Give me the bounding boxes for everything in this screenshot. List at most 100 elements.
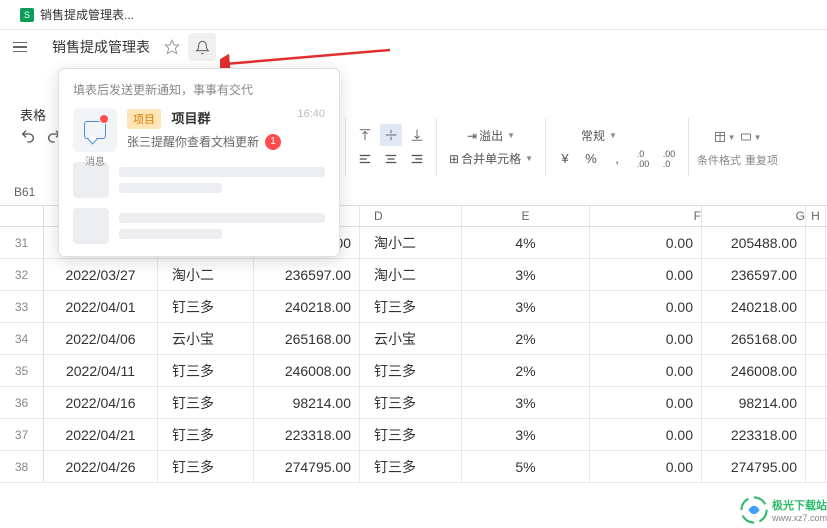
cell[interactable]: 钉三多	[360, 451, 462, 482]
align-top-button[interactable]	[354, 124, 376, 146]
percent-button[interactable]: %	[580, 148, 602, 170]
cell[interactable]: 淘小二	[158, 259, 254, 290]
cell[interactable]: 98214.00	[702, 387, 806, 418]
cell[interactable]: 钉三多	[158, 291, 254, 322]
cell[interactable]: 240218.00	[702, 291, 806, 322]
cell[interactable]: 云小宝	[360, 323, 462, 354]
cell[interactable]: 钉三多	[360, 419, 462, 450]
cell[interactable]: 3%	[462, 291, 590, 322]
column-header[interactable]: E	[462, 206, 590, 226]
cell[interactable]: 钉三多	[158, 355, 254, 386]
cell[interactable]	[806, 259, 826, 290]
cell[interactable]: 2022/04/16	[44, 387, 158, 418]
row-header[interactable]: 38	[0, 451, 44, 482]
document-tab[interactable]: S 销售提成管理表...	[8, 2, 146, 27]
align-right-button[interactable]	[406, 148, 428, 170]
align-bottom-button[interactable]	[406, 124, 428, 146]
cell[interactable]: 236597.00	[254, 259, 360, 290]
cell[interactable]: 223318.00	[702, 419, 806, 450]
row-header[interactable]: 37	[0, 419, 44, 450]
popup-messages-icon[interactable]: 消息	[73, 108, 117, 152]
cell[interactable]: 265168.00	[702, 323, 806, 354]
merge-cells-button[interactable]: ⊞ 合并单元格▼	[445, 148, 537, 169]
cell[interactable]: 3%	[462, 259, 590, 290]
cell[interactable]: 274795.00	[254, 451, 360, 482]
number-format-select[interactable]: 常规▼	[577, 125, 657, 146]
cell-reference[interactable]: B61	[14, 185, 35, 199]
undo-button[interactable]	[20, 128, 38, 146]
row-header[interactable]: 32	[0, 259, 44, 290]
cell[interactable]	[806, 291, 826, 322]
cell-style-button[interactable]: ▼	[740, 126, 762, 148]
cell[interactable]: 98214.00	[254, 387, 360, 418]
cond-format-label[interactable]: 条件格式	[697, 152, 741, 168]
cell[interactable]	[806, 419, 826, 450]
cell[interactable]: 淘小二	[360, 227, 462, 258]
cell[interactable]: 0.00	[590, 227, 702, 258]
cell[interactable]: 240218.00	[254, 291, 360, 322]
cell[interactable]	[806, 355, 826, 386]
cell[interactable]: 4%	[462, 227, 590, 258]
cell[interactable]	[806, 451, 826, 482]
cell[interactable]	[806, 387, 826, 418]
column-header[interactable]: D	[360, 206, 462, 226]
align-center-button[interactable]	[380, 148, 402, 170]
cell[interactable]: 2%	[462, 355, 590, 386]
cell[interactable]: 0.00	[590, 323, 702, 354]
cell[interactable]: 3%	[462, 419, 590, 450]
cell[interactable]: 0.00	[590, 355, 702, 386]
cell[interactable]: 2022/04/26	[44, 451, 158, 482]
cell[interactable]: 0.00	[590, 291, 702, 322]
column-header[interactable]: H	[806, 206, 826, 226]
row-header[interactable]: 33	[0, 291, 44, 322]
cell[interactable]: 淘小二	[360, 259, 462, 290]
currency-button[interactable]: ¥	[554, 148, 576, 170]
cell[interactable]: 2%	[462, 323, 590, 354]
cell[interactable]: 223318.00	[254, 419, 360, 450]
cell[interactable]: 2022/04/01	[44, 291, 158, 322]
row-header[interactable]: 34	[0, 323, 44, 354]
align-left-button[interactable]	[354, 148, 376, 170]
dup-label[interactable]: 重复项	[745, 152, 778, 168]
overflow-button[interactable]: ⇥ 溢出▼	[463, 125, 519, 146]
cell[interactable]	[806, 227, 826, 258]
comma-button[interactable]: ,	[606, 148, 628, 170]
cell[interactable]: 云小宝	[158, 323, 254, 354]
cell[interactable]: 5%	[462, 451, 590, 482]
cell[interactable]: 钉三多	[158, 451, 254, 482]
notification-item[interactable]: 项目 项目群 16:40 张三提醒你查看文档更新 1	[127, 108, 325, 152]
cell[interactable]: 265168.00	[254, 323, 360, 354]
menu-icon[interactable]	[8, 42, 32, 53]
column-header[interactable]: F	[590, 206, 702, 226]
cell[interactable]: 2022/04/06	[44, 323, 158, 354]
cell[interactable]: 钉三多	[158, 387, 254, 418]
increase-decimal-button[interactable]: .00.0	[658, 148, 680, 170]
cell[interactable]: 274795.00	[702, 451, 806, 482]
cell[interactable]: 钉三多	[360, 355, 462, 386]
cell[interactable]: 3%	[462, 387, 590, 418]
row-header[interactable]: 31	[0, 227, 44, 258]
cell[interactable]: 246008.00	[702, 355, 806, 386]
notification-button[interactable]	[188, 33, 216, 61]
cell[interactable]: 0.00	[590, 259, 702, 290]
cell[interactable]: 246008.00	[254, 355, 360, 386]
row-header[interactable]: 36	[0, 387, 44, 418]
cell[interactable]: 205488.00	[702, 227, 806, 258]
cell[interactable]: 钉三多	[360, 291, 462, 322]
cell[interactable]: 钉三多	[360, 387, 462, 418]
decrease-decimal-button[interactable]: .0.00	[632, 148, 654, 170]
cell[interactable]: 0.00	[590, 387, 702, 418]
cell[interactable]: 2022/03/27	[44, 259, 158, 290]
table-style-button[interactable]: ▼	[714, 126, 736, 148]
star-button[interactable]	[160, 35, 184, 59]
cell[interactable]: 0.00	[590, 451, 702, 482]
cell[interactable]: 0.00	[590, 419, 702, 450]
column-header[interactable]: G	[702, 206, 806, 226]
cell[interactable]: 2022/04/21	[44, 419, 158, 450]
row-header[interactable]: 35	[0, 355, 44, 386]
cell[interactable]: 钉三多	[158, 419, 254, 450]
cell[interactable]: 2022/04/11	[44, 355, 158, 386]
cell[interactable]	[806, 323, 826, 354]
cell[interactable]: 236597.00	[702, 259, 806, 290]
align-middle-button[interactable]	[380, 124, 402, 146]
